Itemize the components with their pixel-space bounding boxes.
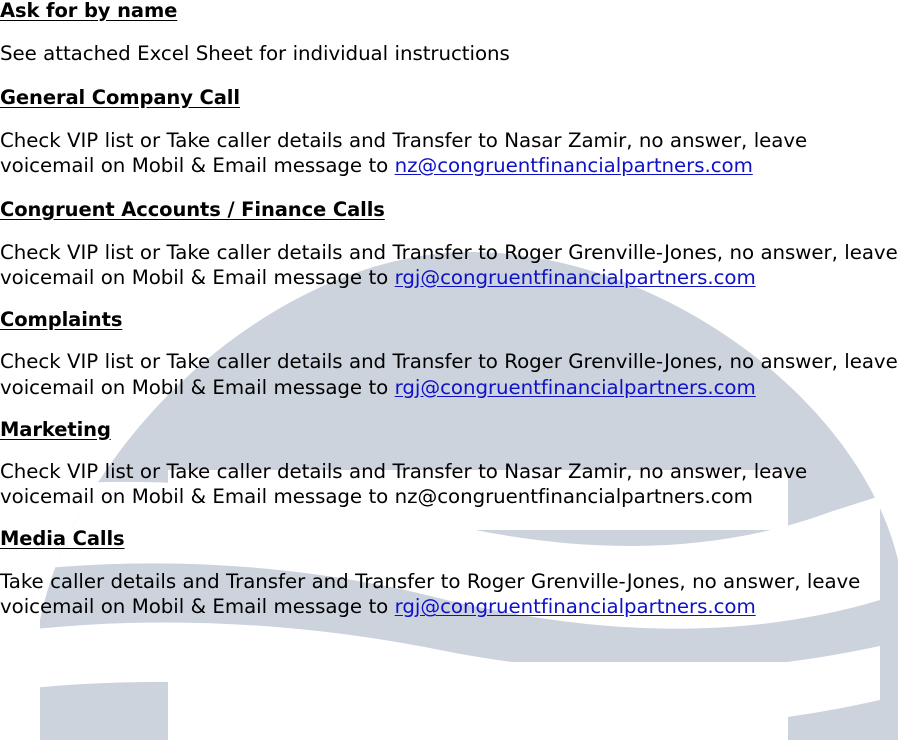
section-heading-congruent-accounts-finance-calls: Congruent Accounts / Finance Calls <box>0 197 901 221</box>
document-body: Ask for by name See attached Excel Sheet… <box>0 0 901 619</box>
heading-text: Media Calls <box>0 527 125 551</box>
heading-text: Complaints <box>0 307 123 331</box>
email-link-rgj-complaints[interactable]: rgj@congruentfinancialpartners.com <box>395 376 756 399</box>
heading-text: General Company Call <box>0 85 240 109</box>
paragraph-congruent-accounts-finance-calls: Check VIP list or Take caller details an… <box>0 240 901 290</box>
paragraph-ask-for-by-name: See attached Excel Sheet for individual … <box>0 41 901 66</box>
paragraph-media-calls: Take caller details and Transfer and Tra… <box>0 569 901 619</box>
paragraph-text: Check VIP list or Take caller details an… <box>0 460 808 509</box>
section-heading-marketing: Marketing <box>0 417 901 441</box>
paragraph-general-company-call: Check VIP list or Take caller details an… <box>0 128 901 178</box>
paragraph-text: See attached Excel Sheet for individual … <box>0 41 510 65</box>
email-link-rgj-media[interactable]: rgj@congruentfinancialpartners.com <box>395 595 756 618</box>
paragraph-complaints: Check VIP list or Take caller details an… <box>0 349 901 399</box>
section-heading-complaints: Complaints <box>0 307 901 331</box>
email-link-rgj-finance[interactable]: rgj@congruentfinancialpartners.com <box>395 266 756 289</box>
email-link-nz[interactable]: nz@congruentfinancialpartners.com <box>395 154 753 177</box>
section-heading-general-company-call: General Company Call <box>0 87 901 109</box>
heading-text: Congruent Accounts / Finance Calls <box>0 197 385 221</box>
paragraph-marketing: Check VIP list or Take caller details an… <box>0 459 901 509</box>
heading-text: Marketing <box>0 417 111 441</box>
heading-text: Ask for by name <box>0 0 178 22</box>
section-heading-media-calls: Media Calls <box>0 528 901 550</box>
section-heading-ask-for-by-name: Ask for by name <box>0 0 901 22</box>
